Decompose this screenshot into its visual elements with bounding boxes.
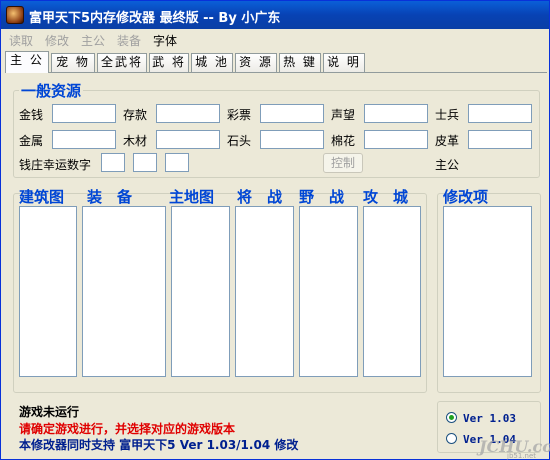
prestige-input[interactable] [364, 104, 428, 123]
menu-bar: 读取 修改 主公 装备 字体 [3, 30, 548, 50]
tab-all-generals[interactable]: 全武将 [97, 53, 147, 72]
window-title: 富甲天下5内存修改器 最终版 -- By 小广东 [29, 11, 281, 26]
tab-generals[interactable]: 武 将 [149, 53, 189, 72]
menu-font[interactable]: 字体 [153, 32, 177, 49]
main-map-list[interactable] [171, 206, 230, 377]
general-resources-title: 一般资源 [19, 80, 84, 101]
tab-cities[interactable]: 城 池 [191, 53, 233, 72]
cotton-label: 棉花 [331, 134, 356, 148]
siege-list[interactable] [363, 206, 421, 377]
lottery-label: 彩票 [227, 108, 252, 122]
prestige-label: 声望 [331, 108, 356, 122]
menu-modify[interactable]: 修改 [45, 32, 69, 49]
metal-input[interactable] [52, 130, 116, 149]
equipment-list[interactable] [82, 206, 166, 377]
tab-pets[interactable]: 宠 物 [51, 53, 95, 72]
tab-panel-border [5, 72, 547, 73]
app-window: 富甲天下5内存修改器 最终版 -- By 小广东 读取 修改 主公 装备 字体 … [0, 0, 550, 460]
lucky-number-2-input[interactable] [133, 153, 157, 172]
money-input[interactable] [52, 104, 116, 123]
field-battle-list[interactable] [299, 206, 358, 377]
siege-header: 攻 城 [363, 188, 409, 206]
stone-input[interactable] [260, 130, 324, 149]
radio-unselected-icon[interactable] [446, 433, 457, 444]
main-map-header: 主地图 [169, 188, 215, 206]
version-1-03-label: Ver 1.03 [463, 412, 516, 425]
version-option-1-03[interactable]: Ver 1.03 [446, 412, 516, 425]
general-battle-list[interactable] [235, 206, 294, 377]
wood-input[interactable] [156, 130, 220, 149]
equipment-header: 装 备 [87, 188, 133, 206]
modify-items-title: 修改项 [443, 188, 489, 206]
menu-lord[interactable]: 主公 [81, 32, 105, 49]
title-bar[interactable]: 富甲天下5内存修改器 最终版 -- By 小广东 [1, 1, 549, 29]
lord-label: 主公 [435, 158, 460, 172]
buildings-list[interactable] [19, 206, 77, 377]
status-game-not-running: 游戏未运行 [19, 405, 80, 419]
soldiers-input[interactable] [468, 104, 532, 123]
lucky-number-3-input[interactable] [165, 153, 189, 172]
radio-selected-icon[interactable] [446, 412, 457, 423]
status-support-info: 本修改器同时支持 富甲天下5 Ver 1.03/1.04 修改 [19, 438, 299, 452]
tab-resources[interactable]: 资 源 [235, 53, 277, 72]
deposit-input[interactable] [156, 104, 220, 123]
cotton-input[interactable] [364, 130, 428, 149]
deposit-label: 存款 [123, 108, 148, 122]
lucky-number-label: 钱庄幸运数字 [19, 158, 92, 172]
money-label: 金钱 [19, 108, 44, 122]
buildings-header: 建筑图 [19, 188, 65, 206]
tab-help[interactable]: 说 明 [323, 53, 365, 72]
status-instruction: 请确定游戏进行，并选择对应的游戏版本 [19, 422, 236, 436]
metal-label: 金属 [19, 134, 44, 148]
wood-label: 木材 [123, 134, 148, 148]
menu-equipment[interactable]: 装备 [117, 32, 141, 49]
app-icon [6, 6, 24, 24]
stone-label: 石头 [227, 134, 252, 148]
soldiers-label: 士兵 [435, 108, 460, 122]
general-battle-header: 将 战 [237, 188, 283, 206]
menu-read[interactable]: 读取 [9, 32, 33, 49]
lottery-input[interactable] [260, 104, 324, 123]
watermark-sub: jb51.net [507, 452, 537, 460]
tab-hotkeys[interactable]: 热 键 [279, 53, 321, 72]
control-button[interactable]: 控制 [323, 153, 363, 173]
tab-lord[interactable]: 主 公 [5, 51, 49, 73]
field-battle-header: 野 战 [299, 188, 345, 206]
leather-label: 皮革 [435, 134, 460, 148]
modify-items-list[interactable] [443, 206, 532, 377]
lucky-number-1-input[interactable] [101, 153, 125, 172]
leather-input[interactable] [468, 130, 532, 149]
